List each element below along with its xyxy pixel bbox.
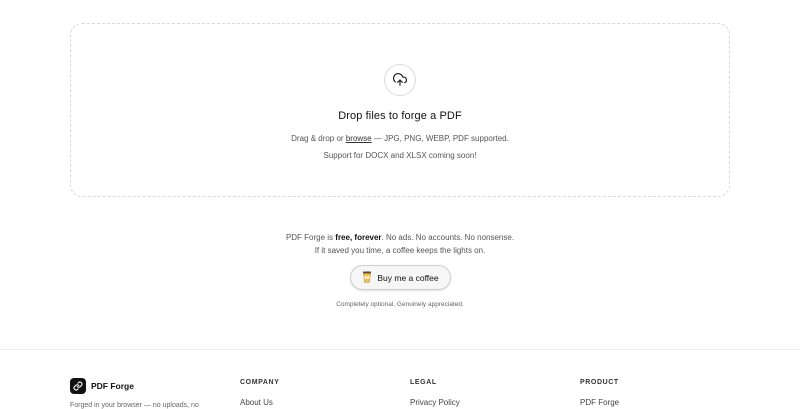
support-emphasis: free, forever — [335, 233, 382, 242]
buy-me-a-coffee-button[interactable]: Buy me a coffee — [350, 265, 451, 290]
dropzone-hint-prefix: Drag & drop or — [291, 134, 346, 143]
support-suffix: . No ads. No accounts. No nonsense. — [381, 233, 515, 242]
support-prefix: PDF Forge is — [285, 233, 336, 242]
footer-link-privacy-policy[interactable]: Privacy Policy — [410, 398, 460, 407]
link-icon[interactable] — [70, 378, 86, 394]
footer-link-pdf-forge[interactable]: PDF Forge — [580, 398, 619, 407]
browse-link[interactable]: browse — [346, 134, 372, 143]
coffee-button-label: Buy me a coffee — [377, 272, 439, 283]
dropzone-formats: — JPG, PNG, WEBP, PDF supported. — [371, 134, 509, 143]
support-line2: If it saved you time, a coffee keeps the… — [314, 245, 486, 255]
footer-link-about-us[interactable]: About Us — [240, 398, 273, 407]
dropzone-subtitle: Drag & drop or browse — JPG, PNG, WEBP, … — [71, 130, 729, 164]
coffee-cup-icon — [362, 271, 372, 285]
footer-heading-company: COMPANY — [240, 379, 280, 386]
support-message: PDF Forge is free, forever. No ads. No a… — [0, 232, 800, 257]
upload-cloud-icon — [384, 64, 416, 96]
file-dropzone[interactable]: Drop files to forge a PDF Drag & drop or… — [70, 23, 730, 197]
dropzone-title: Drop files to forge a PDF — [338, 110, 462, 122]
footer-heading-product: PRODUCT — [580, 379, 619, 386]
dropzone-coming-soon: Support for DOCX and XLSX coming soon! — [323, 151, 477, 160]
footer-brand-name[interactable]: PDF Forge — [91, 381, 134, 391]
footer-heading-legal: LEGAL — [410, 379, 437, 386]
site-footer: PDF Forge Forged in your browser — no up… — [0, 350, 800, 409]
optional-note: Completely optional. Genuinely appreciat… — [336, 301, 464, 308]
